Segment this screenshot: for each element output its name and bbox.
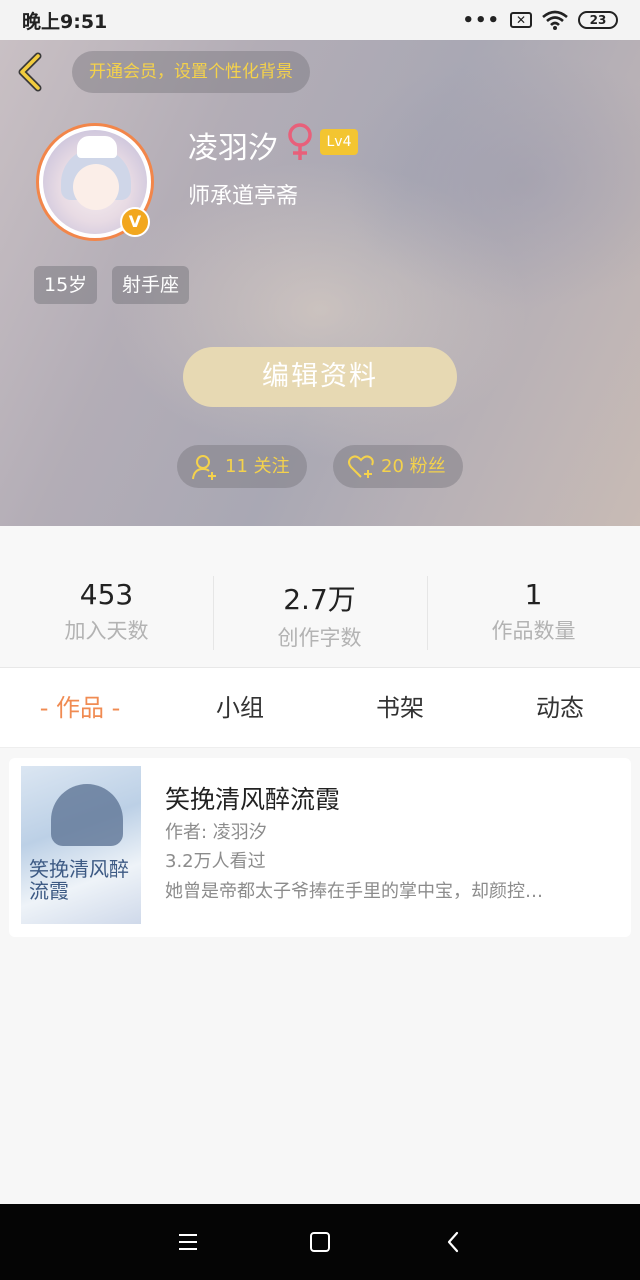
book-author: 作者: 凌羽汐 — [165, 822, 267, 843]
username: 凌羽汐 — [188, 131, 278, 166]
stat-value: 1 — [524, 578, 543, 611]
menu-icon[interactable] — [174, 1228, 202, 1256]
works-list: 笑挽清风醉流霞 笑挽清风醉流霞 作者: 凌羽汐 3.2万人看过 她曾是帝都太子爷… — [0, 748, 640, 1204]
book-description: 她曾是帝都太子爷捧在手里的掌中宝，却颜控… — [165, 881, 543, 902]
book-card[interactable]: 笑挽清风醉流霞 笑挽清风醉流霞 作者: 凌羽汐 3.2万人看过 她曾是帝都太子爷… — [9, 758, 631, 937]
stat-join-days: 453 加入天数 — [0, 578, 213, 645]
more-notifications-icon: ••• — [462, 9, 500, 31]
stat-value: 453 — [79, 578, 134, 611]
home-square-icon[interactable] — [306, 1228, 334, 1256]
following-button[interactable]: 11 关注 — [177, 445, 307, 488]
stat-label: 创作字数 — [277, 626, 362, 650]
stat-value: 2.7万 — [283, 583, 356, 616]
vip-verified-badge: V — [120, 207, 150, 237]
following-label: 11 关注 — [225, 456, 290, 477]
wifi-icon — [542, 10, 568, 30]
fans-label: 20 粉丝 — [381, 456, 446, 477]
fans-button[interactable]: 20 粉丝 — [333, 445, 463, 488]
heart-plus-icon — [348, 454, 374, 478]
system-nav-bar — [0, 1204, 640, 1280]
avatar-bunny-hat — [77, 136, 117, 158]
stat-works-count: 1 作品数量 — [427, 578, 640, 645]
avatar-face — [73, 164, 119, 210]
stat-word-count: 2.7万 创作字数 — [213, 578, 426, 652]
book-views: 3.2万人看过 — [165, 851, 266, 872]
status-icons: ••• ✕ 23 — [462, 10, 618, 31]
status-time: 晚上9:51 — [22, 10, 108, 33]
cover-title: 笑挽清风醉流霞 — [29, 857, 129, 903]
tab-works[interactable]: - 作品 - — [0, 668, 160, 748]
battery-indicator: 23 — [578, 11, 618, 29]
edit-profile-button[interactable]: 编辑资料 — [183, 347, 457, 407]
female-gender-icon — [288, 123, 312, 160]
status-bar: 晚上9:51 ••• ✕ 23 — [0, 0, 640, 40]
stat-label: 加入天数 — [64, 619, 149, 643]
tab-groups[interactable]: 小组 — [160, 668, 320, 748]
level-badge: Lv4 — [320, 129, 358, 155]
mentor-text: 师承道亭斋 — [188, 184, 299, 209]
vip-background-prompt[interactable]: 开通会员，设置个性化背景 — [72, 51, 310, 93]
book-title: 笑挽清风醉流霞 — [165, 785, 341, 814]
cover-illustration — [51, 784, 123, 846]
stat-label: 作品数量 — [491, 619, 576, 643]
tab-activity[interactable]: 动态 — [480, 668, 640, 748]
add-user-icon — [192, 454, 216, 480]
age-tag: 15岁 — [34, 266, 98, 304]
zodiac-tag: 射手座 — [112, 266, 190, 304]
profile-stats: 453 加入天数 2.7万 创作字数 1 作品数量 — [0, 526, 640, 668]
sim-off-icon: ✕ — [510, 12, 532, 28]
profile-tabs: - 作品 - 小组 书架 动态 — [0, 668, 640, 748]
tab-bookshelf[interactable]: 书架 — [320, 668, 480, 748]
profile-header: 开通会员，设置个性化背景 V 凌羽汐 Lv4 师承道亭斋 15岁 射手座 编辑资… — [0, 40, 640, 526]
back-triangle-icon[interactable] — [440, 1228, 468, 1256]
back-arrow-icon[interactable] — [14, 52, 48, 92]
book-cover: 笑挽清风醉流霞 — [21, 766, 141, 924]
